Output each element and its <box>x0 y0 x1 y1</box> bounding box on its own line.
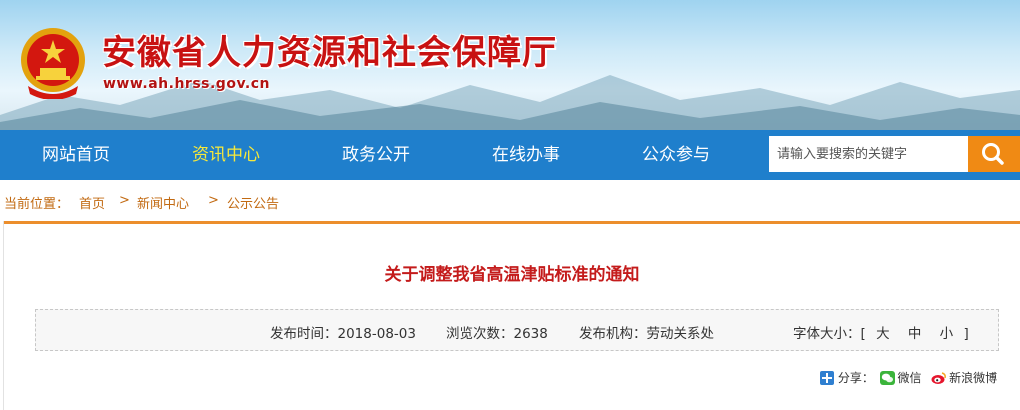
share-label: 分享： <box>837 371 874 385</box>
site-url: www.ah.hrss.gov.cn <box>103 76 271 92</box>
article-container: 关于调整我省高温津贴标准的通知 发布时间：2018-08-03 浏览次数：263… <box>4 221 1020 410</box>
wechat-icon[interactable] <box>879 371 895 385</box>
article-title: 关于调整我省高温津贴标准的通知 <box>384 265 640 285</box>
weibo-share-link[interactable]: 新浪微博 <box>949 371 997 385</box>
nav-item-home[interactable]: 网站首页 <box>42 130 110 180</box>
breadcrumb-prefix: 当前位置： <box>4 197 70 212</box>
breadcrumb-separator: > <box>208 193 219 208</box>
national-emblem-icon <box>21 28 85 99</box>
site-title: 安徽省人力资源和社会保障厅 <box>102 33 557 73</box>
nav-item-gov-affairs[interactable]: 政务公开 <box>342 130 410 180</box>
site-header: 安徽省人力资源和社会保障厅 www.ah.hrss.gov.cn <box>0 0 1020 130</box>
breadcrumb-home-link[interactable]: 首页 <box>79 193 105 212</box>
breadcrumb: 当前位置： 首页 > 新闻中心 > 公示公告 <box>0 180 1020 224</box>
publish-time: 发布时间：2018-08-03 <box>270 326 416 342</box>
font-medium-button[interactable]: 中 <box>908 326 922 342</box>
nav-item-online-services[interactable]: 在线办事 <box>492 130 560 180</box>
wechat-share-link[interactable]: 微信 <box>898 371 922 385</box>
nav-item-public-participation[interactable]: 公众参与 <box>642 130 710 180</box>
share-bar: 分享： 微信 新浪微博 <box>820 369 997 386</box>
article-meta-bar: 发布时间：2018-08-03 浏览次数：2638 发布机构：劳动关系处 字体大… <box>35 309 999 351</box>
view-count: 浏览次数：2638 <box>446 326 548 342</box>
font-size-label: 字体大小：[ <box>793 326 866 342</box>
font-size-control: 字体大小：[ 大 中 小 ] <box>793 322 969 342</box>
font-small-button[interactable]: 小 <box>940 326 954 342</box>
search-button[interactable] <box>968 136 1020 172</box>
search-icon <box>982 143 1004 165</box>
main-nav: 网站首页 资讯中心 政务公开 在线办事 公众参与 <box>0 130 1020 180</box>
font-size-close-bracket: ] <box>963 326 969 342</box>
breadcrumb-separator: > <box>119 193 130 208</box>
breadcrumb-announcements-link[interactable]: 公示公告 <box>227 193 279 212</box>
search-input[interactable] <box>769 136 968 172</box>
font-large-button[interactable]: 大 <box>876 326 890 342</box>
nav-item-news-center[interactable]: 资讯中心 <box>192 130 260 180</box>
weibo-icon[interactable] <box>931 371 947 385</box>
publisher: 发布机构：劳动关系处 <box>579 326 714 342</box>
breadcrumb-news-link[interactable]: 新闻中心 <box>137 193 189 212</box>
share-plus-icon[interactable] <box>820 371 834 385</box>
